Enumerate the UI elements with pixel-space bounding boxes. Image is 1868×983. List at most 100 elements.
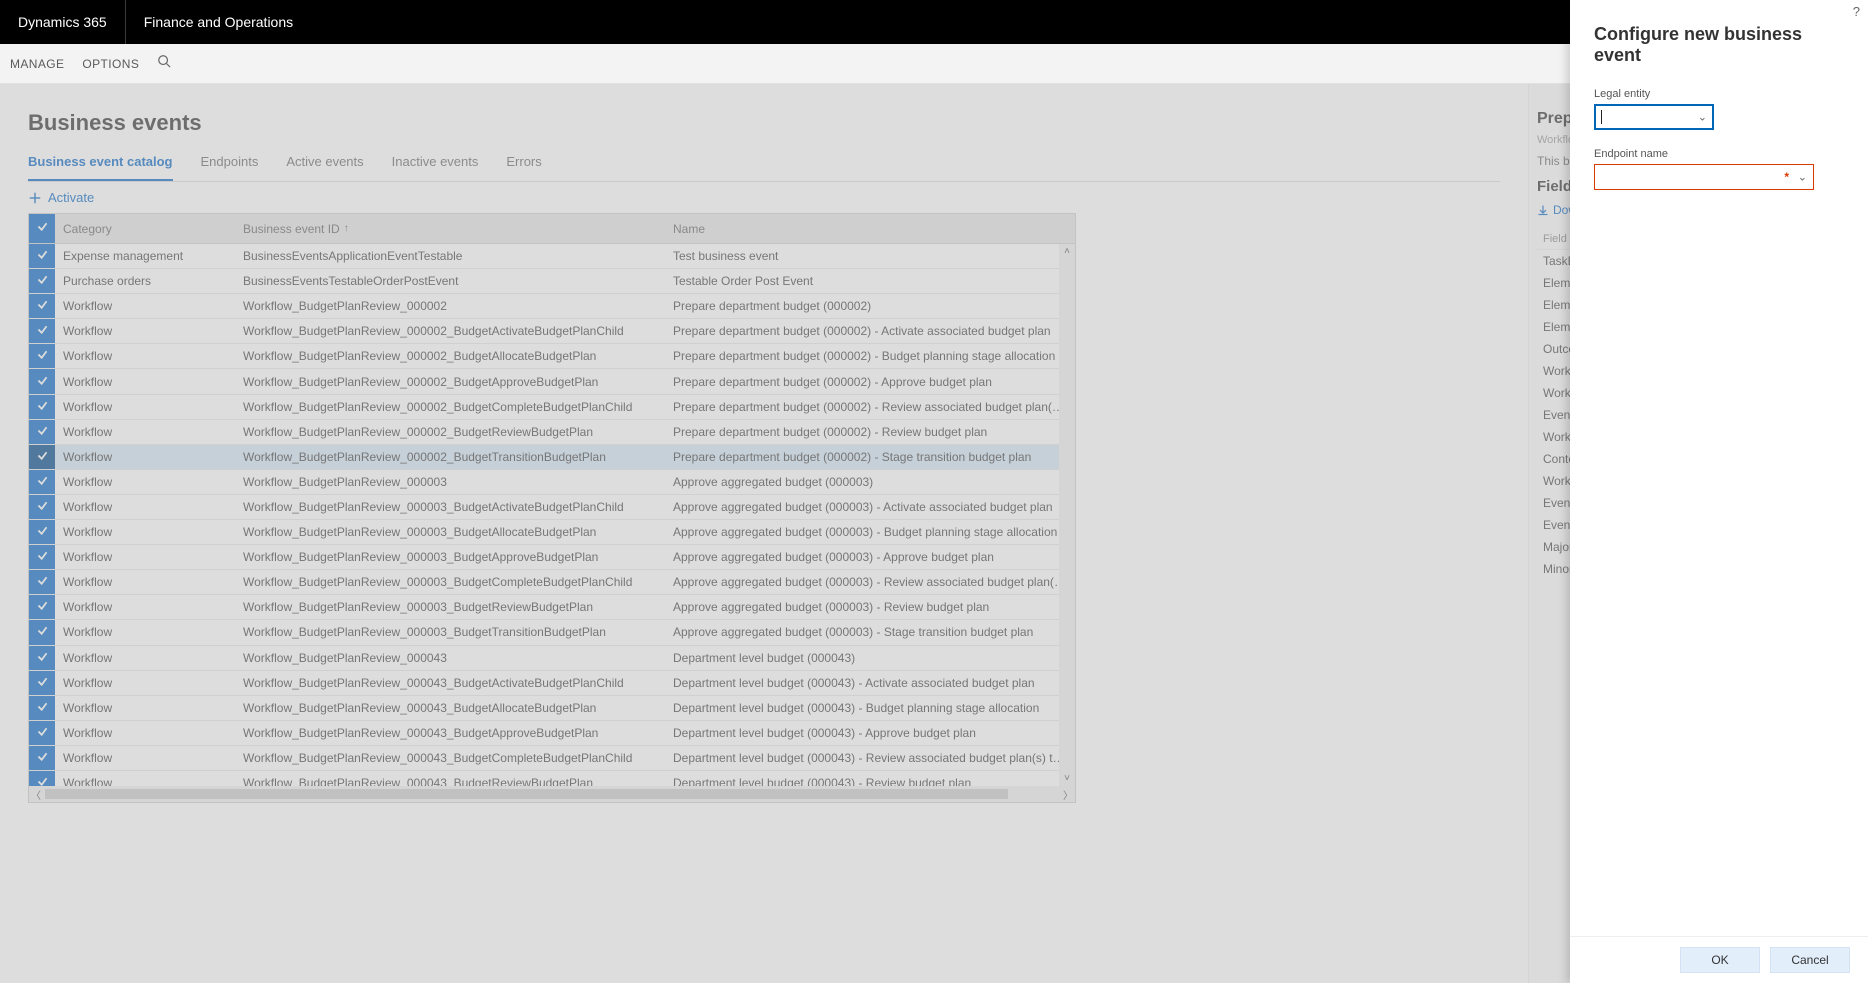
row-checkbox[interactable] [29, 570, 55, 594]
row-checkbox[interactable] [29, 620, 55, 644]
row-checkbox[interactable] [29, 369, 55, 393]
cell-category: Workflow [55, 726, 235, 740]
table-row[interactable]: WorkflowWorkflow_BudgetPlanReview_000002… [29, 369, 1075, 394]
action-options[interactable]: OPTIONS [82, 57, 139, 71]
row-checkbox[interactable] [29, 696, 55, 720]
row-checkbox[interactable] [29, 319, 55, 343]
scroll-down-icon[interactable]: ˅ [1064, 771, 1070, 786]
tab-inactive-events[interactable]: Inactive events [392, 148, 479, 181]
cell-business-event-id: Workflow_BudgetPlanReview_000003_BudgetA… [235, 525, 665, 539]
table-row[interactable]: WorkflowWorkflow_BudgetPlanReview_000003… [29, 495, 1075, 520]
row-checkbox[interactable] [29, 445, 55, 469]
cancel-button[interactable]: Cancel [1770, 947, 1850, 973]
tab-errors[interactable]: Errors [506, 148, 541, 181]
row-checkbox[interactable] [29, 420, 55, 444]
table-row[interactable]: WorkflowWorkflow_BudgetPlanReview_000003… [29, 545, 1075, 570]
cell-name: Approve aggregated budget (000003) - Rev… [665, 575, 1075, 589]
activate-label: Activate [48, 190, 94, 205]
header-bid-label: Business event ID [243, 222, 340, 236]
cell-business-event-id: Workflow_BudgetPlanReview_000003_BudgetC… [235, 575, 665, 589]
cell-business-event-id: Workflow_BudgetPlanReview_000043_BudgetA… [235, 701, 665, 715]
cell-business-event-id: Workflow_BudgetPlanReview_000043_BudgetA… [235, 676, 665, 690]
table-row[interactable]: WorkflowWorkflow_BudgetPlanReview_000002… [29, 395, 1075, 420]
row-checkbox[interactable] [29, 545, 55, 569]
row-checkbox[interactable] [29, 671, 55, 695]
table-row[interactable]: WorkflowWorkflow_BudgetPlanReview_000043… [29, 696, 1075, 721]
table-row[interactable]: WorkflowWorkflow_BudgetPlanReview_000043… [29, 671, 1075, 696]
tab-business-event-catalog[interactable]: Business event catalog [28, 148, 173, 181]
row-checkbox[interactable] [29, 294, 55, 318]
table-row[interactable]: WorkflowWorkflow_BudgetPlanReview_000002… [29, 344, 1075, 369]
table-row[interactable]: WorkflowWorkflow_BudgetPlanReview_000002… [29, 294, 1075, 319]
cell-business-event-id: Workflow_BudgetPlanReview_000002_BudgetA… [235, 375, 665, 389]
table-row[interactable]: WorkflowWorkflow_BudgetPlanReview_000003… [29, 520, 1075, 545]
table-row[interactable]: WorkflowWorkflow_BudgetPlanReview_000043… [29, 771, 1075, 786]
row-checkbox[interactable] [29, 646, 55, 670]
select-all-checkbox[interactable] [29, 214, 55, 243]
cell-category: Workflow [55, 525, 235, 539]
ok-button[interactable]: OK [1680, 947, 1760, 973]
row-checkbox[interactable] [29, 771, 55, 786]
row-checkbox[interactable] [29, 495, 55, 519]
header-category[interactable]: Category [55, 222, 235, 236]
legal-entity-label: Legal entity [1594, 88, 1844, 100]
cell-category: Workflow [55, 500, 235, 514]
table-row[interactable]: WorkflowWorkflow_BudgetPlanReview_000003… [29, 620, 1075, 645]
tab-active-events[interactable]: Active events [286, 148, 363, 181]
cell-name: Department level budget (000043) - Appro… [665, 726, 1075, 740]
table-row[interactable]: Purchase ordersBusinessEventsTestableOrd… [29, 269, 1075, 294]
row-checkbox[interactable] [29, 721, 55, 745]
row-checkbox[interactable] [29, 269, 55, 293]
cell-name: Approve aggregated budget (000003) - Bud… [665, 525, 1075, 539]
header-name[interactable]: Name [665, 222, 1075, 236]
scroll-left-icon[interactable]: 〈 [31, 787, 41, 802]
header-business-event-id[interactable]: Business event ID ↑ [235, 222, 665, 236]
table-row[interactable]: WorkflowWorkflow_BudgetPlanReview_000002… [29, 420, 1075, 445]
table-row[interactable]: WorkflowWorkflow_BudgetPlanReview_000003… [29, 595, 1075, 620]
cell-name: Prepare department budget (000002) - App… [665, 375, 1075, 389]
table-row[interactable]: WorkflowWorkflow_BudgetPlanReview_000003… [29, 470, 1075, 495]
table-row[interactable]: WorkflowWorkflow_BudgetPlanReview_000003… [29, 570, 1075, 595]
cell-business-event-id: Workflow_BudgetPlanReview_000002 [235, 299, 665, 313]
cell-name: Department level budget (000043) - Budge… [665, 701, 1075, 715]
table-row[interactable]: Expense managementBusinessEventsApplicat… [29, 244, 1075, 269]
legal-entity-dropdown[interactable]: ⌄ [1594, 104, 1714, 130]
cell-category: Workflow [55, 400, 235, 414]
cell-category: Workflow [55, 575, 235, 589]
brand-label[interactable]: Dynamics 365 [0, 0, 126, 44]
cell-name: Prepare department budget (000002) - Rev… [665, 425, 1075, 439]
scroll-right-icon[interactable]: 〉 [1063, 787, 1073, 802]
cell-category: Workflow [55, 349, 235, 363]
vertical-scrollbar[interactable]: ˄ ˅ [1059, 244, 1075, 786]
cell-category: Workflow [55, 751, 235, 765]
app-label[interactable]: Finance and Operations [126, 0, 311, 44]
cell-business-event-id: Workflow_BudgetPlanReview_000043 [235, 651, 665, 665]
table-row[interactable]: WorkflowWorkflow_BudgetPlanReview_000043… [29, 721, 1075, 746]
cell-category: Workflow [55, 600, 235, 614]
row-checkbox[interactable] [29, 520, 55, 544]
search-icon[interactable] [157, 54, 171, 73]
endpoint-name-dropdown[interactable]: * ⌄ [1594, 164, 1814, 190]
help-icon[interactable]: ? [1853, 4, 1860, 19]
scroll-up-icon[interactable]: ˄ [1064, 244, 1070, 259]
cell-name: Department level budget (000043) - Revie… [665, 776, 1075, 786]
table-row[interactable]: WorkflowWorkflow_BudgetPlanReview_000043… [29, 646, 1075, 671]
cell-name: Prepare department budget (000002) - Act… [665, 324, 1075, 338]
row-checkbox[interactable] [29, 244, 55, 268]
sort-asc-icon: ↑ [344, 223, 349, 234]
tab-endpoints[interactable]: Endpoints [201, 148, 259, 181]
chevron-down-icon: ⌄ [1698, 111, 1707, 124]
dialog-footer: OK Cancel [1570, 936, 1868, 983]
action-manage[interactable]: MANAGE [10, 57, 64, 71]
row-checkbox[interactable] [29, 470, 55, 494]
table-row[interactable]: WorkflowWorkflow_BudgetPlanReview_000002… [29, 445, 1075, 470]
cell-name: Approve aggregated budget (000003) - Sta… [665, 625, 1075, 639]
table-row[interactable]: WorkflowWorkflow_BudgetPlanReview_000002… [29, 319, 1075, 344]
row-checkbox[interactable] [29, 395, 55, 419]
row-checkbox[interactable] [29, 344, 55, 368]
horizontal-scrollbar[interactable]: 〈 〉 [29, 786, 1075, 802]
table-row[interactable]: WorkflowWorkflow_BudgetPlanReview_000043… [29, 746, 1075, 771]
row-checkbox[interactable] [29, 595, 55, 619]
main-content: Business events Business event catalogEn… [0, 84, 1528, 983]
row-checkbox[interactable] [29, 746, 55, 770]
